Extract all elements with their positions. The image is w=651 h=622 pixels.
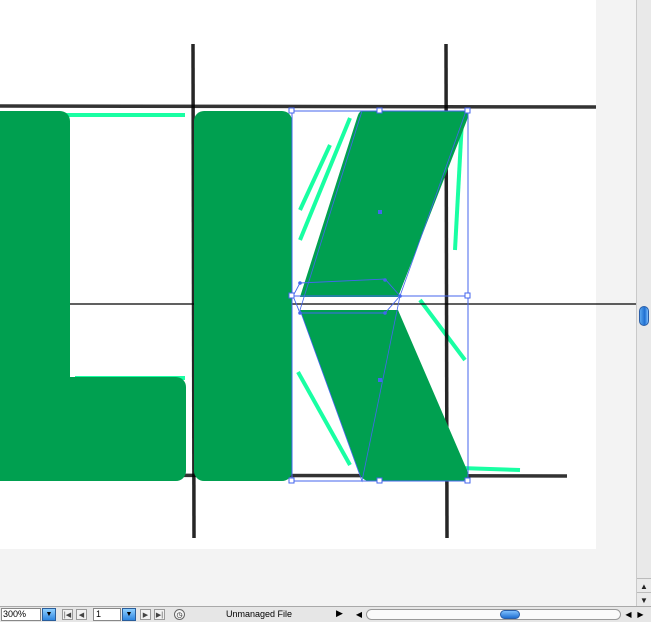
scroll-left-icon[interactable]: ◀: [623, 608, 634, 621]
trace-line: [459, 466, 521, 472]
anchor-point: [383, 311, 387, 315]
last-page-icon[interactable]: ▶|: [154, 609, 165, 620]
zoom-input[interactable]: 300%: [1, 608, 41, 621]
status-bar: 300% ▼ |◀ ◀ 1 ▼ ▶ ▶| ◷ Unmanaged File ▶ …: [0, 606, 651, 622]
horizontal-scroll-track[interactable]: [366, 609, 621, 620]
anchor-point: [298, 281, 302, 285]
scroll-up-icon[interactable]: ▲: [637, 578, 651, 593]
triangle-right-icon[interactable]: ▶: [336, 608, 343, 619]
K-stem: [194, 111, 292, 481]
handle: [288, 107, 295, 114]
anchor-point: [398, 294, 402, 298]
handle: [288, 292, 295, 299]
vertical-scrollbar[interactable]: ▲ ▼: [636, 0, 651, 607]
baseline-top: [0, 104, 597, 109]
handle: [464, 292, 471, 299]
status-text: Unmanaged File: [226, 609, 293, 619]
anchor-point: [383, 278, 387, 282]
vertical-scroll-thumb[interactable]: [639, 306, 649, 326]
scroll-left-icon[interactable]: ◀: [353, 608, 365, 621]
canvas-area[interactable]: [0, 0, 636, 606]
scroll-down-icon[interactable]: ▼: [637, 592, 651, 607]
K-upper-arm: [300, 111, 468, 297]
chevron-down-icon[interactable]: ▼: [42, 608, 56, 621]
trace-line: [418, 298, 467, 362]
handle: [376, 477, 383, 484]
handle: [464, 477, 471, 484]
center-point: [378, 210, 382, 214]
artwork[interactable]: [0, 0, 636, 606]
horizontal-scrollbar[interactable]: ◀ ◀ ▶: [353, 608, 651, 621]
scroll-right-icon[interactable]: ▶: [635, 608, 646, 621]
first-page-icon[interactable]: |◀: [62, 609, 73, 620]
glyph-L[interactable]: [0, 111, 186, 481]
center-point: [378, 378, 382, 382]
prev-page-icon[interactable]: ◀: [76, 609, 87, 620]
page-input[interactable]: 1: [93, 608, 121, 621]
handle: [376, 107, 383, 114]
L-foot: [0, 377, 186, 481]
next-page-icon[interactable]: ▶: [140, 609, 151, 620]
horizontal-scroll-thumb[interactable]: [500, 610, 520, 619]
anchor-point: [298, 311, 302, 315]
guide-vertical-left: [191, 43, 196, 539]
K-lower-arm: [300, 310, 468, 481]
status-clock-icon[interactable]: ◷: [174, 609, 185, 620]
handle: [464, 107, 471, 114]
page-dropdown-icon[interactable]: ▼: [122, 608, 136, 621]
handle: [288, 477, 295, 484]
